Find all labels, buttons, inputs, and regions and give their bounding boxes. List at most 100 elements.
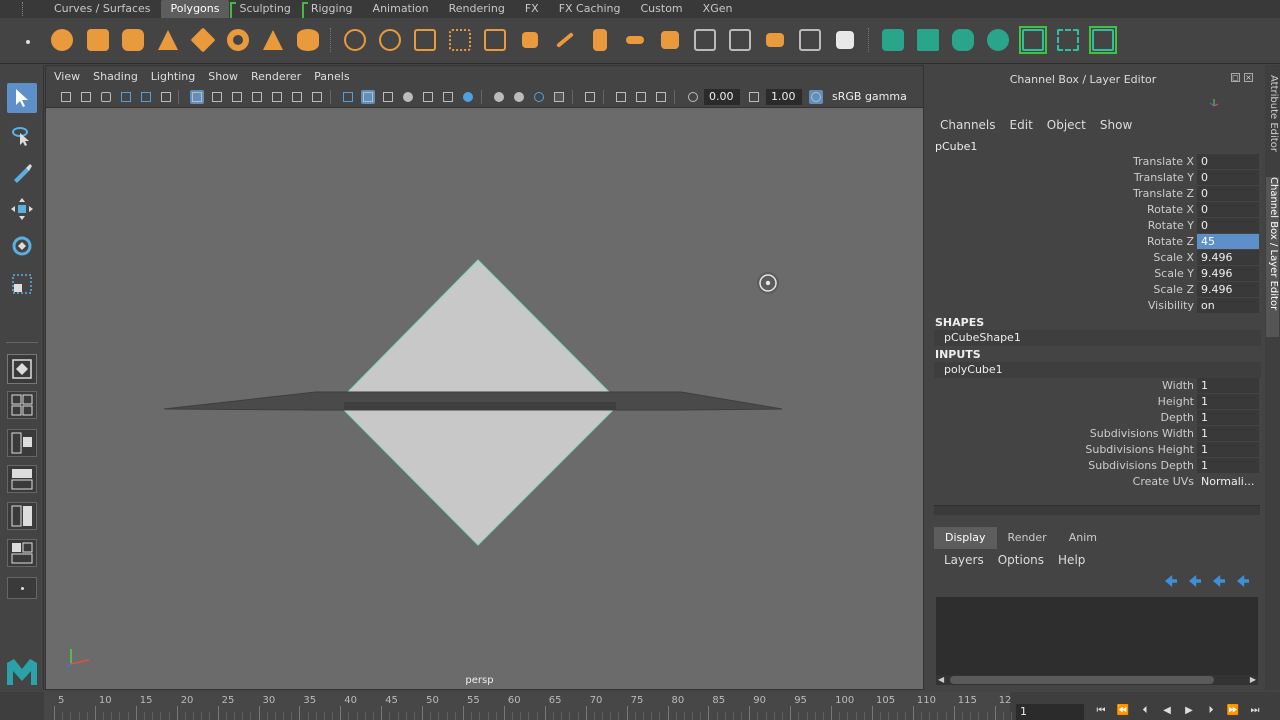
attr-row-width[interactable]: Width 1: [925, 378, 1260, 394]
attr-value[interactable]: 1: [1197, 410, 1259, 425]
menu-options[interactable]: Options: [998, 553, 1044, 567]
menu-object[interactable]: Object: [1047, 118, 1086, 132]
gamma-icon[interactable]: [747, 90, 761, 104]
attr-row-scale-y[interactable]: Scale Y 9.496: [925, 266, 1260, 282]
use-all-lights-icon[interactable]: [421, 90, 435, 104]
attr-row-subdivisions-width[interactable]: Subdivisions Width 1: [925, 426, 1260, 442]
menu-panels[interactable]: Panels: [314, 70, 349, 83]
tab-rigging[interactable]: Rigging: [301, 0, 363, 20]
play-forwards-icon[interactable]: ▶: [1182, 704, 1196, 718]
wireframe-on-shaded-icon[interactable]: [381, 90, 395, 104]
poly-torus-icon[interactable]: [224, 26, 252, 54]
attr-row-subdivisions-height[interactable]: Subdivisions Height 1: [925, 442, 1260, 458]
safe-title-icon[interactable]: [310, 90, 324, 104]
attr-value[interactable]: 0: [1197, 202, 1259, 217]
tab-anim[interactable]: Anim: [1058, 527, 1108, 549]
grease-pencil-icon[interactable]: [159, 90, 173, 104]
combine-icon[interactable]: [341, 26, 369, 54]
tab-custom[interactable]: Custom: [631, 0, 693, 18]
film-gate-icon[interactable]: [210, 90, 224, 104]
poly-sphere-icon[interactable]: [48, 26, 76, 54]
cut-uv-icon[interactable]: [1054, 26, 1082, 54]
exposure-icon[interactable]: [686, 90, 700, 104]
attr-value[interactable]: 0: [1197, 218, 1259, 233]
tab-sculpting[interactable]: Sculpting: [229, 0, 300, 20]
shape-node[interactable]: pCubeShape1: [934, 330, 1261, 346]
menu-help[interactable]: Help: [1058, 553, 1085, 567]
append-icon[interactable]: [621, 26, 649, 54]
attr-row-translate-y[interactable]: Translate Y 0: [925, 170, 1260, 186]
tab-channel-box-layer-editor[interactable]: Channel Box / Layer Editor: [1266, 177, 1279, 337]
select-tool-icon[interactable]: [7, 83, 37, 113]
input-node[interactable]: polyCube1: [934, 362, 1261, 378]
separate-icon[interactable]: [376, 26, 404, 54]
four-view-layout-icon[interactable]: [7, 391, 37, 419]
multi-cut-icon[interactable]: [691, 26, 719, 54]
attr-row-scale-x[interactable]: Scale X 9.496: [925, 250, 1260, 266]
channel-box-options-icon[interactable]: [1209, 97, 1219, 107]
poly-cylinder-icon[interactable]: [119, 26, 147, 54]
menu-channels[interactable]: Channels: [940, 118, 996, 132]
safe-action-icon[interactable]: [290, 90, 304, 104]
attr-value[interactable]: 1: [1197, 394, 1259, 409]
rotate-tool-icon[interactable]: [7, 231, 37, 261]
exposure-field[interactable]: 0.00: [704, 89, 740, 105]
merge-icon[interactable]: [761, 26, 789, 54]
shelf-menu-icon[interactable]: [26, 40, 30, 44]
attr-row-depth[interactable]: Depth 1: [925, 410, 1260, 426]
attr-row-scale-z[interactable]: Scale Z 9.496: [925, 282, 1260, 298]
poly-pyramid-icon[interactable]: [259, 26, 287, 54]
new-layer-from-selection-icon[interactable]: [1237, 575, 1249, 587]
attr-row-height[interactable]: Height 1: [925, 394, 1260, 410]
sew-uv-icon[interactable]: [1089, 26, 1117, 54]
gate-mask-icon[interactable]: [250, 90, 264, 104]
tab-rendering[interactable]: Rendering: [439, 0, 515, 18]
attr-row-visibility[interactable]: Visibility on: [925, 298, 1260, 314]
object-name[interactable]: pCube1: [935, 140, 977, 153]
extrude-icon[interactable]: [516, 26, 544, 54]
tab-animation[interactable]: Animation: [363, 0, 439, 18]
play-backwards-icon[interactable]: ◀: [1160, 704, 1174, 718]
scroll-right-icon[interactable]: ▶: [1250, 675, 1256, 684]
scroll-thumb[interactable]: [950, 676, 1214, 684]
extract-icon[interactable]: [411, 26, 439, 54]
smooth-icon[interactable]: [446, 26, 474, 54]
side-by-side-layout-icon[interactable]: [7, 429, 37, 457]
scale-tool-icon[interactable]: [7, 269, 37, 299]
tab-curves-surfaces[interactable]: Curves / Surfaces: [44, 0, 161, 18]
wireframe-icon[interactable]: [341, 90, 355, 104]
menu-show[interactable]: Show: [208, 70, 238, 83]
tab-fx[interactable]: FX: [515, 0, 549, 18]
attr-value[interactable]: 1: [1197, 378, 1259, 393]
attr-value[interactable]: on: [1197, 298, 1259, 313]
bevel-icon[interactable]: [586, 26, 614, 54]
spherical-map-icon[interactable]: [984, 26, 1012, 54]
attr-row-translate-x[interactable]: Translate X 0: [925, 154, 1260, 170]
menu-lighting[interactable]: Lighting: [151, 70, 195, 83]
go-to-start-icon[interactable]: ⏮: [1094, 704, 1108, 718]
resolution-gate-icon[interactable]: [230, 90, 244, 104]
shadows-icon[interactable]: [441, 90, 455, 104]
3d-viewport[interactable]: persp: [46, 109, 923, 689]
select-camera-icon[interactable]: [59, 90, 73, 104]
tab-attribute-editor[interactable]: Attribute Editor: [1266, 75, 1279, 171]
menu-layers[interactable]: Layers: [944, 553, 984, 567]
isolate-select-icon[interactable]: [552, 90, 566, 104]
color-space-dropdown[interactable]: sRGB gamma: [832, 89, 907, 105]
boolean-icon[interactable]: [481, 26, 509, 54]
move-layer-up-icon[interactable]: [1165, 575, 1177, 587]
move-layer-down-icon[interactable]: [1189, 575, 1201, 587]
field-chart-icon[interactable]: [270, 90, 284, 104]
menu-show[interactable]: Show: [1100, 118, 1132, 132]
tab-render[interactable]: Render: [997, 527, 1058, 549]
attr-value[interactable]: 1: [1197, 458, 1259, 473]
time-slider[interactable]: 5 10 15 20 25 30 35 40 45 50 55 60 65 70 75 80 85 90 95 100…: [0, 692, 1280, 720]
attr-value[interactable]: 0: [1197, 186, 1259, 201]
uv-editor-icon[interactable]: [879, 26, 907, 54]
menu-view[interactable]: View: [54, 70, 80, 83]
motion-blur-icon[interactable]: [492, 90, 506, 104]
planar-map-icon[interactable]: [914, 26, 942, 54]
2d-pan-zoom-icon[interactable]: [139, 90, 153, 104]
step-back-frame-icon[interactable]: ⏴: [1138, 704, 1152, 718]
outliner-persp-layout-icon[interactable]: [7, 502, 37, 530]
